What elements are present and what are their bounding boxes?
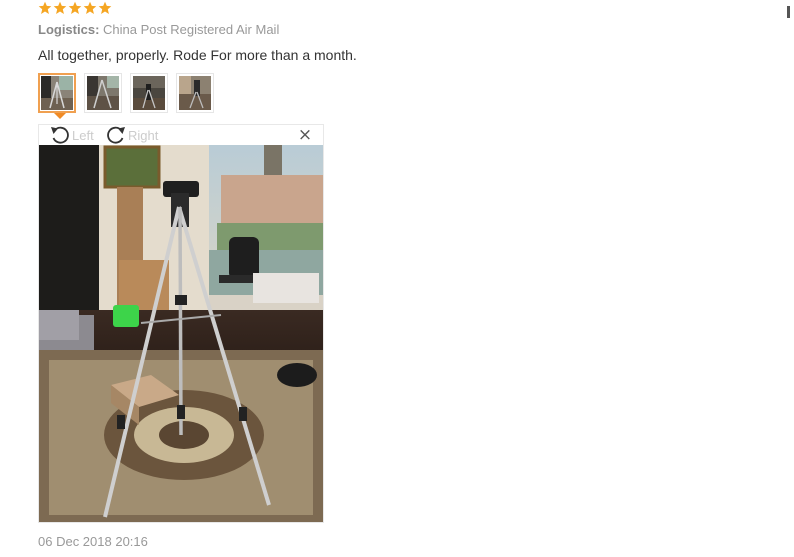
thumbnail-image [133,76,165,110]
rotate-left-icon [51,126,69,144]
logistics-value: China Post Registered Air Mail [103,22,280,37]
tripod-photo [39,145,323,522]
review-text: All together, properly. Rode For more th… [38,47,357,63]
viewer-toolbar: Left Right × [39,125,323,145]
thumbnail-image [41,76,73,110]
star-icon [53,1,67,14]
review-photo [39,145,323,522]
rotate-right-icon [107,126,125,144]
rotate-left-button[interactable]: Left [49,125,94,145]
thumbnail-4[interactable] [176,73,214,113]
thumbnail-image [87,76,119,110]
photo-thumbnails [38,73,214,119]
thumbnail-image [179,76,211,110]
thumbnail-3[interactable] [130,73,168,113]
logistics-label: Logistics: [38,22,100,37]
star-icon [68,1,82,14]
rotate-left-label: Left [72,127,94,143]
image-viewer: Left Right × [38,124,324,523]
thumbnail-1[interactable] [38,73,76,119]
thumbnail-2[interactable] [84,73,122,113]
star-icon [83,1,97,14]
scroll-marker [787,6,790,18]
logistics-info: Logistics: China Post Registered Air Mai… [38,22,279,37]
star-icon [38,1,52,14]
review-date: 06 Dec 2018 20:16 [38,534,148,549]
rating-stars [38,0,112,16]
rotate-right-label: Right [128,127,159,143]
rotate-right-button[interactable]: Right [105,125,158,145]
star-icon [98,1,112,14]
close-icon[interactable]: × [297,127,313,144]
